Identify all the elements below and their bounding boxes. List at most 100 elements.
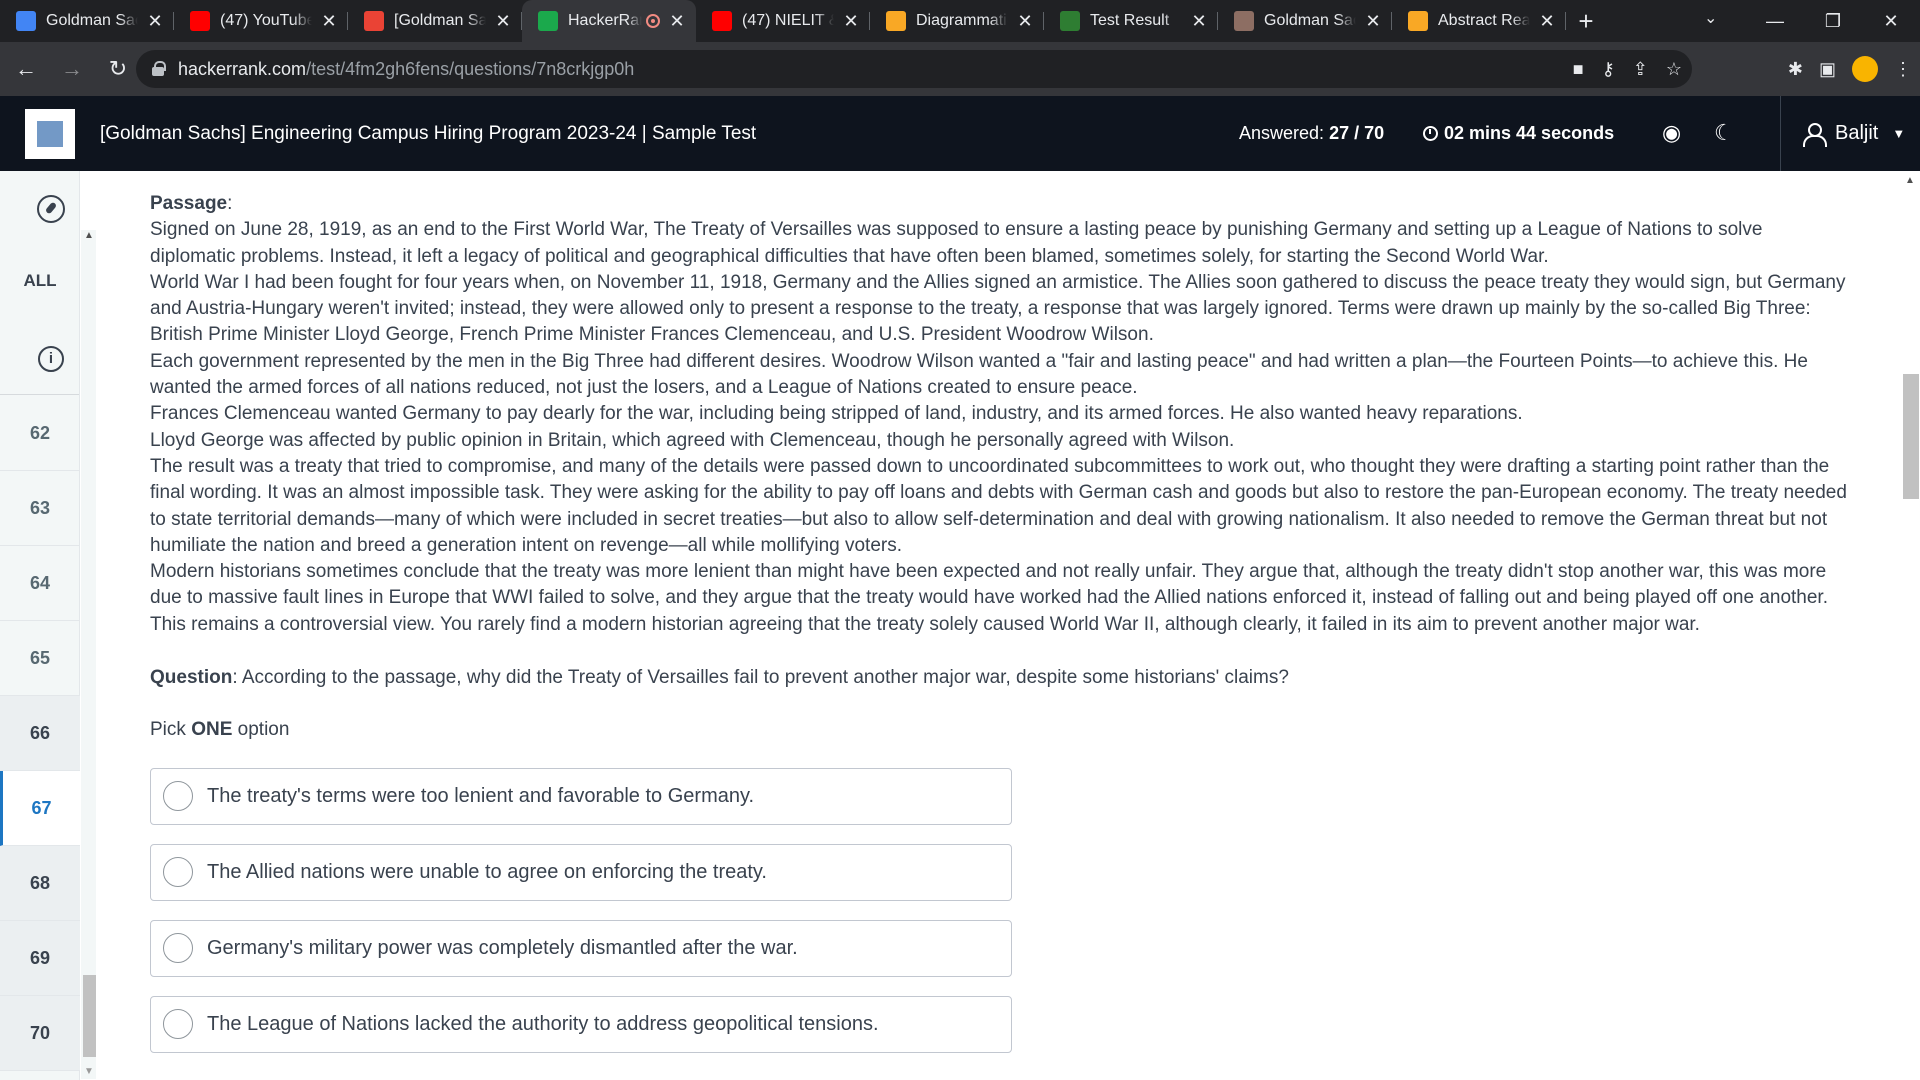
lock-icon[interactable] xyxy=(152,61,166,76)
reload-icon[interactable]: ↻ xyxy=(98,49,138,89)
answered-count: Answered: 27 / 70 xyxy=(1239,123,1384,144)
answer-option[interactable]: The League of Nations lacked the authori… xyxy=(150,995,1012,1053)
passage-paragraph: Signed on June 28, 1919, as an end to th… xyxy=(150,219,1763,267)
extensions-puzzle-icon[interactable]: ✱ xyxy=(1788,59,1803,80)
passage-heading: Passage: xyxy=(150,193,233,214)
option-text: Germany's military power was completely … xyxy=(207,936,798,959)
tab-search-chevron-icon[interactable]: ⌄ xyxy=(1704,8,1717,28)
tab-title: (47) NIELIT & I xyxy=(742,12,834,29)
minimize-icon[interactable]: — xyxy=(1746,11,1804,32)
close-tab-icon[interactable]: ✕ xyxy=(1538,12,1556,30)
pick-instruction: Pick ONE option xyxy=(150,717,1850,743)
question-nav-item[interactable]: 70 xyxy=(0,996,80,1071)
all-questions-button[interactable]: ALL xyxy=(0,271,80,291)
close-tab-icon[interactable]: ✕ xyxy=(1364,12,1382,30)
passage-label: Passage xyxy=(150,193,228,214)
browser-tab[interactable]: Goldman Sachs ✕ xyxy=(1218,0,1392,42)
forward-arrow-icon[interactable]: → xyxy=(52,49,92,89)
hackerrank-icon xyxy=(538,11,558,31)
browser-tab[interactable]: (47) NIELIT & I ✕ xyxy=(696,0,870,42)
address-bar[interactable]: hackerrank.com/test/4fm2gh6fens/question… xyxy=(136,50,1692,88)
question-nav-item[interactable]: 68 xyxy=(0,846,80,921)
warning-triangle-icon xyxy=(1408,11,1428,31)
url-path: /test/4fm2gh6fens/questions/7n8crkjgp0h xyxy=(306,58,635,79)
tab-title: Goldman Sachs xyxy=(46,12,138,29)
question-nav-item[interactable]: 62 xyxy=(0,396,80,471)
tab-title: Test Result xyxy=(1090,12,1170,29)
passage-paragraph: Modern historians sometimes conclude tha… xyxy=(150,561,1828,635)
bookmark-star-icon[interactable]: ☆ xyxy=(1666,59,1682,80)
question-nav-item[interactable]: 65 xyxy=(0,621,80,696)
timer-text: 02 mins 44 seconds xyxy=(1444,123,1615,143)
option-text: The Allied nations were unable to agree … xyxy=(207,860,767,883)
main-scroll-thumb[interactable] xyxy=(1903,374,1919,499)
question-nav-item[interactable]: 64 xyxy=(0,546,80,621)
answer-option[interactable]: The treaty's terms were too lenient and … xyxy=(150,767,1012,825)
main-scroll-up-arrow-icon[interactable]: ▲ xyxy=(1905,175,1915,186)
browser-menu-icon[interactable]: ⋮ xyxy=(1894,59,1912,80)
radio-button[interactable] xyxy=(163,933,193,964)
tab-title: Abstract Reaso xyxy=(1438,12,1530,29)
side-panel-icon[interactable]: ▣ xyxy=(1819,59,1836,80)
close-tab-icon[interactable]: ✕ xyxy=(146,12,164,30)
browser-tab[interactable]: Diagrammatic ✕ xyxy=(870,0,1044,42)
answered-value: 27 / 70 xyxy=(1329,123,1385,143)
key-icon[interactable]: ⚷ xyxy=(1602,59,1615,80)
scroll-up-arrow-icon[interactable]: ▲ xyxy=(84,230,94,241)
restore-icon[interactable]: ❐ xyxy=(1804,11,1862,32)
close-tab-icon[interactable]: ✕ xyxy=(1190,12,1208,30)
browser-tab-strip: Goldman Sachs✕(47) YouTube✕[Goldman Sach… xyxy=(0,0,1920,42)
question-nav-item[interactable]: 69 xyxy=(0,921,80,996)
answer-option[interactable]: Germany's military power was completely … xyxy=(150,919,1012,977)
answered-label: Answered: xyxy=(1239,123,1325,143)
close-tab-icon[interactable]: ✕ xyxy=(668,12,686,30)
header-divider xyxy=(1780,96,1781,171)
question-content: Passage: Signed on June 28, 1919, as an … xyxy=(150,191,1850,1053)
sidebar-scrollbar[interactable]: ▲ ▼ xyxy=(81,230,96,1079)
new-tab-button[interactable]: + xyxy=(1566,0,1606,42)
close-tab-icon[interactable]: ✕ xyxy=(320,12,338,30)
radio-button[interactable] xyxy=(163,857,193,888)
extension-area: ✱ ▣ ⋮ xyxy=(1788,50,1912,88)
browser-tab[interactable]: (47) YouTube ✕ xyxy=(174,0,348,42)
question-nav-item[interactable]: 67 xyxy=(0,771,80,846)
browser-tab[interactable]: HackerRank ✕ xyxy=(522,0,696,42)
browser-tab[interactable]: Abstract Reaso ✕ xyxy=(1392,0,1566,42)
close-tab-icon[interactable]: ✕ xyxy=(1016,12,1034,30)
answer-option[interactable]: The Allied nations were unable to agree … xyxy=(150,843,1012,901)
close-tab-icon[interactable]: ✕ xyxy=(842,12,860,30)
user-menu[interactable]: Baljit ▼ xyxy=(1803,122,1905,147)
eye-icon[interactable]: ◉ xyxy=(1662,120,1681,146)
company-logo xyxy=(25,108,75,159)
main-scrollbar[interactable]: ▲ xyxy=(1900,171,1920,1080)
back-arrow-icon[interactable]: ← xyxy=(6,49,46,89)
radio-button[interactable] xyxy=(163,1009,193,1040)
window-controls: — ❐ ✕ xyxy=(1746,0,1920,42)
cat-icon xyxy=(1234,11,1254,31)
share-icon[interactable]: ⇪ xyxy=(1633,59,1648,80)
close-tab-icon[interactable]: ✕ xyxy=(494,12,512,30)
browser-tab[interactable]: [Goldman Sachs ✕ xyxy=(348,0,522,42)
tab-title: (47) YouTube xyxy=(220,12,312,29)
sidebar-scroll-thumb[interactable] xyxy=(83,975,96,1057)
camera-icon[interactable]: ■ xyxy=(1573,59,1584,80)
radio-button[interactable] xyxy=(163,781,193,812)
question-stem: Question: According to the passage, why … xyxy=(150,667,1289,689)
profile-avatar[interactable] xyxy=(1852,56,1878,82)
browser-tab[interactable]: Goldman Sachs ✕ xyxy=(0,0,174,42)
close-window-icon[interactable]: ✕ xyxy=(1862,11,1920,32)
question-nav-item[interactable]: 66 xyxy=(0,696,80,771)
question-label: Question xyxy=(150,667,233,689)
scroll-down-arrow-icon[interactable]: ▼ xyxy=(84,1066,94,1077)
dark-mode-moon-icon[interactable]: ☾ xyxy=(1714,120,1734,146)
omnibox-actions: ■ ⚷ ⇪ ☆ xyxy=(1573,50,1682,88)
answer-options: The treaty's terms were too lenient and … xyxy=(150,767,1850,1053)
youtube-icon xyxy=(712,11,732,31)
browser-tab[interactable]: Test Result ✕ xyxy=(1044,0,1218,42)
clock-icon xyxy=(1423,126,1438,141)
passage-paragraph: World War I had been fought for four yea… xyxy=(150,271,1846,346)
compass-icon[interactable] xyxy=(37,195,65,223)
question-nav-item[interactable]: 63 xyxy=(0,471,80,546)
passage-text: Signed on June 28, 1919, as an end to th… xyxy=(150,217,1850,638)
info-icon[interactable]: i xyxy=(38,346,64,372)
